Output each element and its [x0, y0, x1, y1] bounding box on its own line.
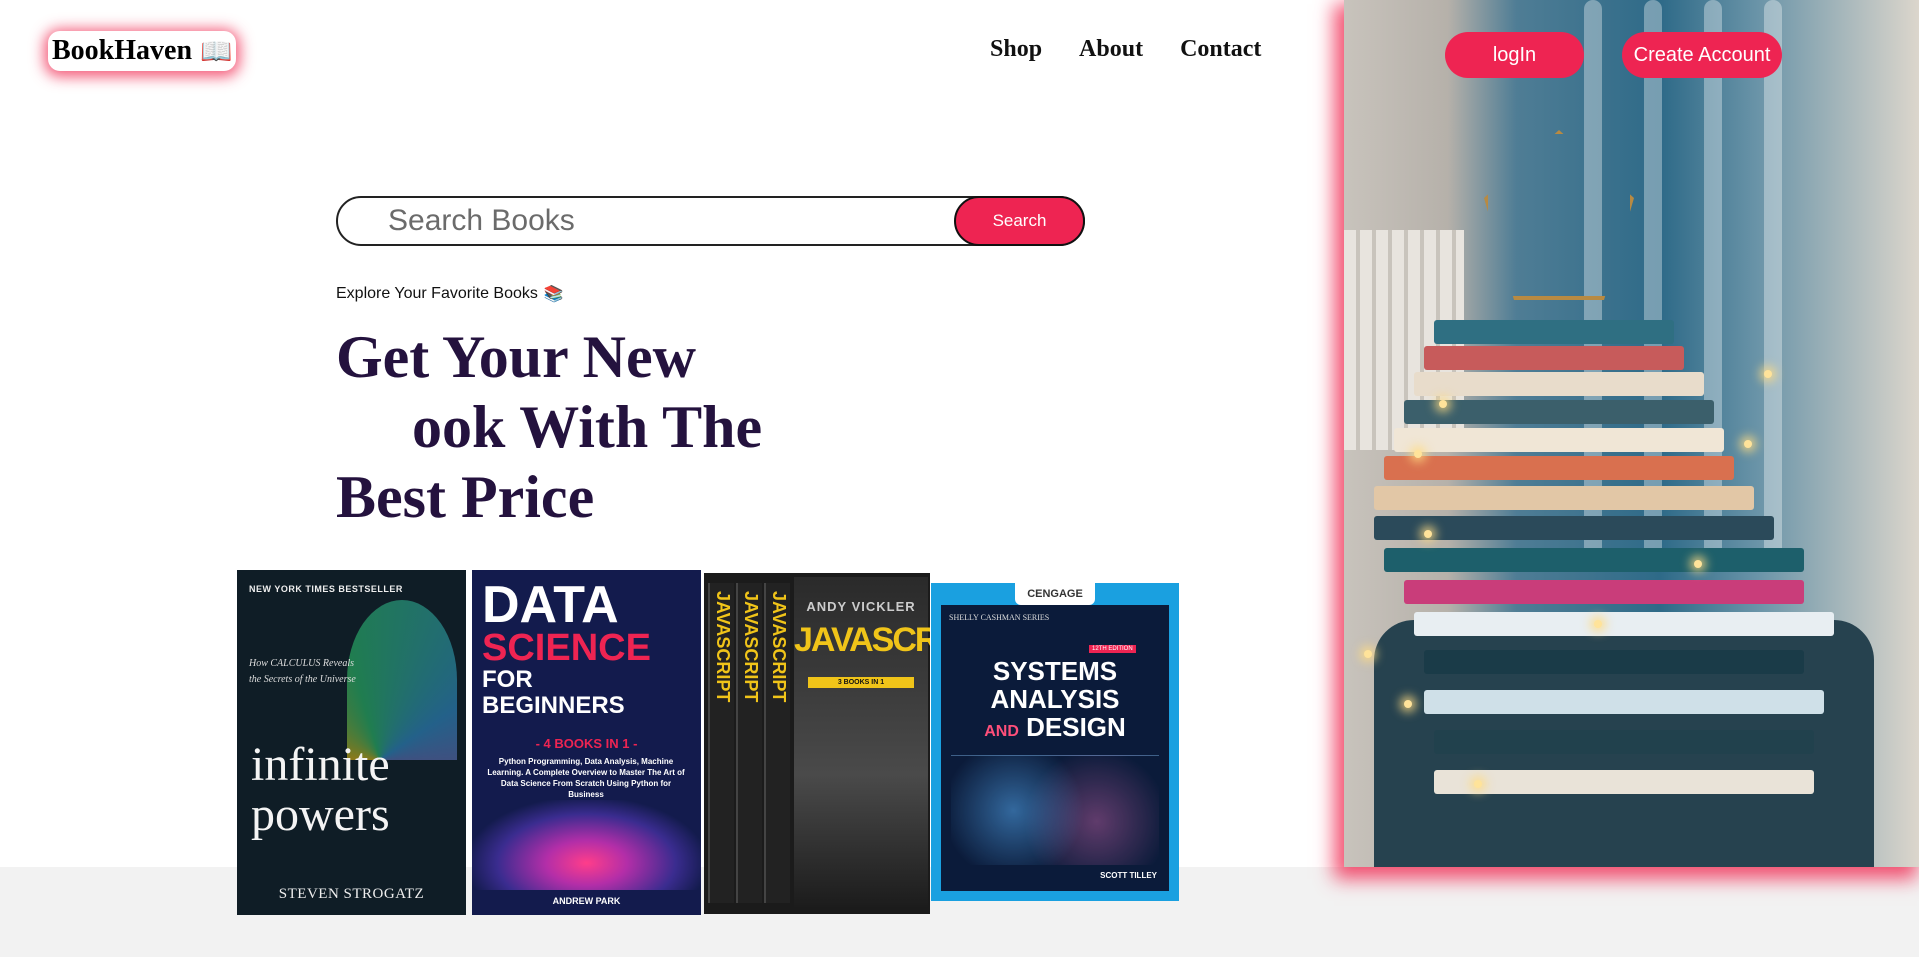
cover-art [347, 600, 457, 760]
cover-author: STEVEN STROGATZ [278, 886, 425, 902]
fairy-light [1414, 450, 1422, 458]
hero-book-tree-photo [1344, 0, 1919, 867]
book-stack-item [1434, 770, 1814, 794]
headline-line-2-rest: ook With The [412, 394, 763, 460]
nav-link-shop[interactable]: Shop [990, 36, 1042, 63]
book-cover-infinite-powers[interactable]: NEW YORK TIMES BESTSELLER How CALCULUS R… [237, 570, 466, 915]
book-stack-item [1384, 456, 1734, 480]
fairy-light [1364, 650, 1372, 658]
headline-line-3: Best Price [336, 464, 595, 530]
book-stack-item [1394, 428, 1724, 452]
nav-link-contact[interactable]: Contact [1180, 36, 1261, 63]
fairy-light [1594, 620, 1602, 628]
headline-line-1: Get Your New [336, 324, 696, 390]
fairy-light [1764, 370, 1772, 378]
cover-title-line-2: SCIENCE [482, 627, 651, 669]
cover-title-line-1: DATA [482, 576, 619, 634]
cover-title-line-3: FOR [482, 666, 533, 693]
fairy-light [1424, 530, 1432, 538]
cover-description: Python Programming, Data Analysis, Machi… [487, 757, 685, 799]
book-stack-item [1434, 730, 1814, 754]
fairy-light [1474, 780, 1482, 788]
search-input[interactable] [388, 198, 948, 244]
book-stack-item [1434, 320, 1674, 344]
curtain-stripe [1764, 0, 1782, 560]
cover-publisher: CENGAGE [1015, 583, 1095, 605]
login-button[interactable]: logIn [1445, 32, 1584, 78]
search-bar: Search [336, 196, 1085, 246]
book-stack-item [1384, 548, 1804, 572]
headline-line-2: Book With The [336, 382, 856, 486]
cover-edition: 12TH EDITION [1089, 645, 1136, 653]
book-cover-data-science[interactable]: DATA SCIENCE FOR BEGINNERS - 4 BOOKS IN … [472, 570, 701, 915]
nav-link-about[interactable]: About [1079, 36, 1143, 63]
book-stack-item [1424, 650, 1804, 674]
book-spine: JAVASCRIPT [708, 583, 734, 903]
site-logo[interactable]: BookHaven 📖 [48, 31, 237, 71]
book-stack-item [1424, 346, 1684, 370]
hero-tagline: Explore Your Favorite Books 📚 [336, 284, 564, 304]
main-nav: Shop About Contact [990, 36, 1261, 63]
book-stack-item [1404, 400, 1714, 424]
headline-accent-letter: B [336, 382, 412, 486]
book-front-cover: SHELLY CASHMAN SERIES 12TH EDITION SYSTE… [941, 605, 1169, 891]
book-cover-systems-analysis[interactable]: SHELLY CASHMAN SERIES 12TH EDITION SYSTE… [931, 583, 1179, 901]
book-spine: JAVASCRIPT [764, 583, 790, 903]
lantern [1484, 130, 1634, 300]
cover-title: JAVASCRIPT [794, 621, 930, 659]
cover-tag: - 4 BOOKS IN 1 - [535, 736, 638, 751]
cover-author: SCOTT TILLEY [1100, 871, 1157, 880]
cover-title: SYSTEMS ANALYSIS AND DESIGN [984, 656, 1126, 742]
cover-author: ANDY VICKLER [806, 599, 916, 614]
book-stack-item [1424, 690, 1824, 714]
cover-art [472, 800, 701, 890]
cover-art [951, 755, 1159, 865]
hero-headline: Get Your New Book With The Best Price [336, 322, 856, 532]
cover-title: infinite powers [251, 738, 390, 841]
fairy-light [1744, 440, 1752, 448]
book-spine: JAVASCRIPT [736, 583, 762, 903]
cover-badge: 3 BOOKS IN 1 [808, 677, 914, 688]
open-book-icon: 📖 [200, 36, 233, 66]
fairy-light [1694, 560, 1702, 568]
books-icon: 📚 [543, 286, 564, 303]
book-stack-item [1414, 372, 1704, 396]
fairy-light [1439, 400, 1447, 408]
cover-series: SHELLY CASHMAN SERIES [949, 613, 1050, 622]
cover-subtitle: How CALCULUS Reveals the Secrets of the … [249, 658, 356, 685]
create-account-button[interactable]: Create Account [1622, 32, 1782, 78]
cover-banner: NEW YORK TIMES BESTSELLER [249, 584, 403, 594]
book-stack-item [1414, 612, 1834, 636]
cover-title-line-4: BEGINNERS [482, 692, 625, 719]
book-stack-item [1404, 580, 1804, 604]
book-stack-item [1374, 486, 1754, 510]
fairy-light [1404, 700, 1412, 708]
book-cover-javascript[interactable]: JAVASCRIPT JAVASCRIPT JAVASCRIPT ANDY VI… [704, 573, 930, 914]
book-stack-item [1374, 516, 1774, 540]
book-front-cover: ANDY VICKLER JAVASCRIPT 3 BOOKS IN 1 [794, 577, 930, 907]
logo-text: BookHaven [52, 35, 193, 66]
search-button[interactable]: Search [954, 196, 1085, 246]
tagline-text: Explore Your Favorite Books [336, 285, 538, 302]
cover-author: ANDREW PARK [552, 896, 621, 906]
